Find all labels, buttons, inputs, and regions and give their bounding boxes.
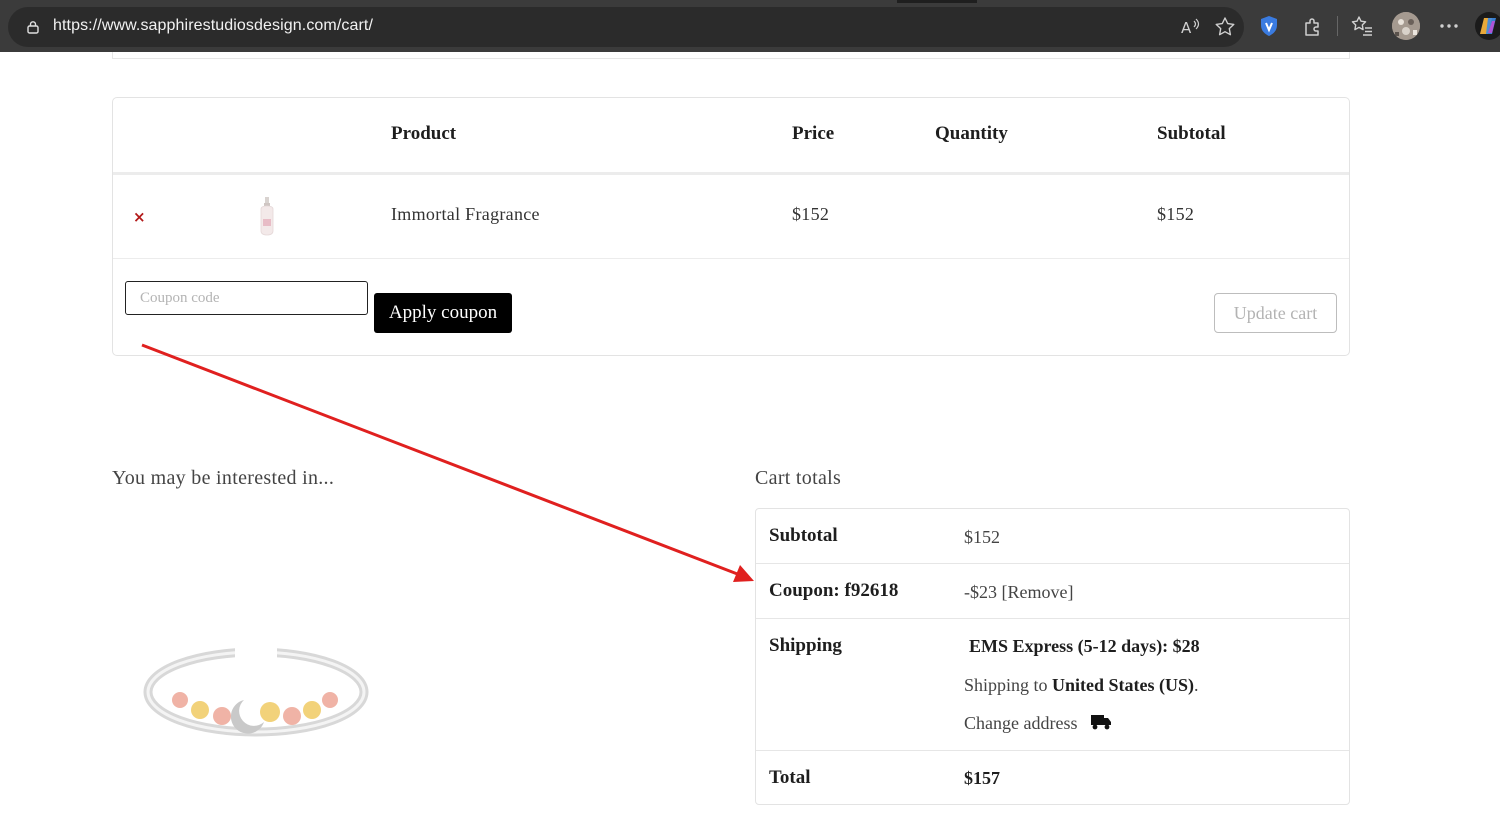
- product-thumbnail[interactable]: [257, 195, 277, 237]
- shield-extension-icon[interactable]: [1257, 14, 1281, 38]
- remove-item-button[interactable]: ×: [133, 208, 146, 226]
- lock-icon[interactable]: [26, 20, 40, 34]
- address-bar[interactable]: https://www.sapphirestudiosdesign.com/ca…: [8, 7, 1244, 47]
- svg-text:A: A: [1181, 19, 1192, 37]
- coupon-label: Coupon: f92618: [769, 580, 899, 601]
- shipping-label: Shipping: [769, 635, 842, 656]
- item-price: $152: [792, 204, 830, 224]
- cart-item-row: × Immortal Fragrance $152 $152: [113, 175, 1349, 259]
- subtotal-label: Subtotal: [769, 525, 838, 546]
- remove-coupon-link[interactable]: [Remove]: [1002, 582, 1074, 602]
- cart-totals-table: Subtotal $152 Coupon: f92618 -$23 [Remov…: [755, 508, 1350, 805]
- cart-table: Product Price Quantity Subtotal × Immort…: [112, 97, 1350, 356]
- shipping-method-option[interactable]: EMS Express (5-12 days): $28: [969, 636, 1200, 657]
- favorites-icon[interactable]: [1350, 14, 1374, 38]
- coupon-value-group: -$23 [Remove]: [964, 582, 1073, 603]
- coupon-code-input[interactable]: [125, 281, 368, 315]
- shipping-destination: Shipping to United States (US).: [964, 675, 1199, 696]
- shipping-country: United States (US): [1052, 675, 1195, 695]
- shipping-method-text: EMS Express (5-12 days): $28: [969, 636, 1200, 656]
- profile-avatar[interactable]: [1392, 12, 1420, 40]
- coupon-discount-value: -$23: [964, 582, 997, 602]
- totals-shipping-row: Shipping EMS Express (5-12 days): $28 Sh…: [756, 619, 1349, 751]
- more-menu-icon[interactable]: [1437, 14, 1461, 38]
- totals-subtotal-row: Subtotal $152: [756, 509, 1349, 564]
- url-text[interactable]: https://www.sapphirestudiosdesign.com/ca…: [53, 17, 373, 35]
- browser-toolbar: https://www.sapphirestudiosdesign.com/ca…: [0, 0, 1500, 52]
- item-name[interactable]: Immortal Fragrance: [391, 204, 540, 225]
- update-cart-button[interactable]: Update cart: [1214, 293, 1337, 333]
- favorite-star-icon[interactable]: [1213, 15, 1237, 39]
- total-value-wrap: $157: [964, 768, 1000, 789]
- totals-coupon-row: Coupon: f92618 -$23 [Remove]: [756, 564, 1349, 619]
- header-price: Price: [792, 123, 835, 144]
- cart-totals-title: Cart totals: [755, 467, 842, 489]
- extensions-icon[interactable]: [1301, 14, 1325, 38]
- total-label: Total: [769, 767, 811, 788]
- subtotal-value: $152: [964, 527, 1000, 547]
- shipping-to-suffix: .: [1194, 675, 1199, 695]
- related-products-title: You may be interested in...: [112, 467, 335, 489]
- header-subtotal: Subtotal: [1157, 123, 1226, 144]
- read-aloud-icon[interactable]: A: [1178, 15, 1202, 39]
- truck-icon: [1090, 715, 1111, 730]
- header-quantity: Quantity: [935, 123, 1008, 144]
- copilot-icon[interactable]: [1474, 11, 1500, 41]
- change-address-link[interactable]: Change address: [964, 713, 1112, 734]
- header-product: Product: [391, 123, 457, 144]
- cart-table-header: Product Price Quantity Subtotal: [113, 98, 1349, 175]
- bracelet-product-image[interactable]: [140, 640, 372, 750]
- totals-total-row: Total $157: [756, 751, 1349, 805]
- apply-coupon-button[interactable]: Apply coupon: [374, 293, 512, 333]
- toolbar-separator: [1337, 16, 1338, 36]
- item-subtotal: $152: [1157, 204, 1195, 224]
- shipping-to-prefix: Shipping to: [964, 675, 1048, 695]
- previous-section-edge: [112, 52, 1350, 59]
- change-address-text: Change address: [964, 713, 1078, 733]
- tab-strip-edge: [897, 0, 977, 3]
- total-value: $157: [964, 768, 1000, 788]
